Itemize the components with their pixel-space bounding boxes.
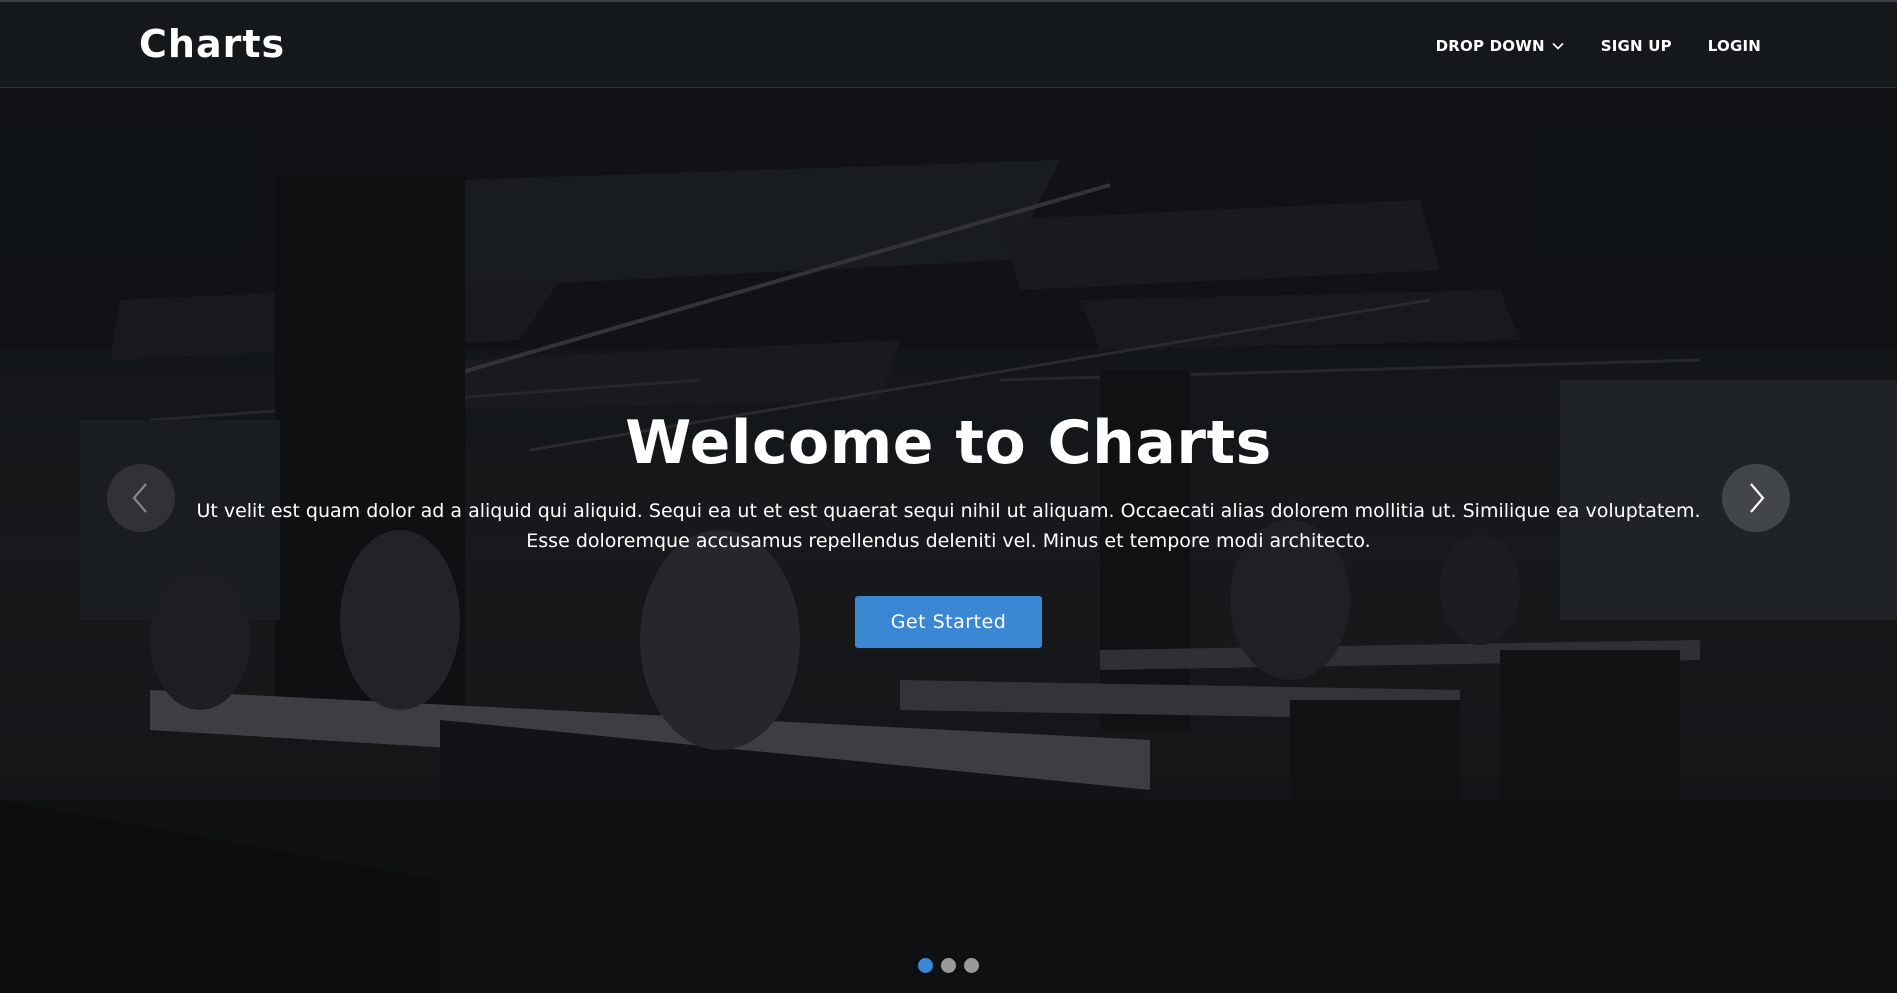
carousel-indicators — [0, 958, 1897, 973]
nav-dropdown[interactable]: DROP DOWN — [1436, 37, 1565, 55]
hero-title: Welcome to Charts — [625, 408, 1272, 478]
nav-sign-up[interactable]: SIGN UP — [1601, 37, 1672, 55]
carousel-indicator-1[interactable] — [918, 958, 933, 973]
chevron-down-icon — [1552, 42, 1564, 50]
carousel-indicator-2[interactable] — [941, 958, 956, 973]
nav-links: DROP DOWN SIGN UP LOGIN — [1436, 2, 1761, 90]
hero-content: Welcome to Charts Ut velit est quam dolo… — [0, 410, 1897, 648]
get-started-button[interactable]: Get Started — [855, 596, 1042, 648]
nav-login[interactable]: LOGIN — [1708, 37, 1761, 55]
hero-description: Ut velit est quam dolor ad a aliquid qui… — [196, 500, 1701, 552]
top-navbar: Charts DROP DOWN SIGN UP LOGIN — [0, 0, 1897, 88]
nav-dropdown-label: DROP DOWN — [1435, 37, 1545, 55]
brand-logo[interactable]: Charts — [139, 22, 285, 66]
carousel-indicator-3[interactable] — [964, 958, 979, 973]
